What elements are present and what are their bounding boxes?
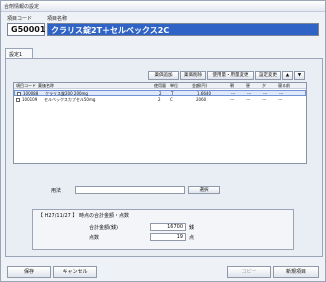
cell-noon: --- <box>247 91 252 96</box>
setting-change-button[interactable]: 設定変更 <box>255 71 281 80</box>
col-morning: 朝 <box>230 83 234 88</box>
cell-noon: --- <box>246 97 251 102</box>
points-field: 19 <box>150 233 186 241</box>
points-label: 点数 <box>89 235 100 241</box>
add-drug-button[interactable]: 薬価追加 <box>148 71 179 80</box>
save-button[interactable]: 保存 <box>7 266 51 278</box>
copy-button[interactable]: コピー <box>227 266 271 278</box>
col-name: 薬価名称 <box>38 83 54 88</box>
cell-bedtime: --- <box>278 97 283 102</box>
points-unit: 点 <box>189 235 195 241</box>
cancel-button[interactable]: キャンセル <box>53 266 97 278</box>
cell-qty: 2 <box>158 97 161 102</box>
col-code: 項目コード <box>16 83 36 88</box>
col-amount: 金額(円) <box>192 83 208 88</box>
cell-code: 100109 <box>22 97 38 102</box>
new-item-button[interactable]: 新規項目 <box>273 266 319 278</box>
code-label: 項目コード <box>7 16 33 22</box>
cell-morning: --- <box>230 97 235 102</box>
list-header: 項目コード 薬価名称 使用量 単位 金額(円) 朝 昼 夕 寝る前 <box>14 83 306 89</box>
col-unit: 単位 <box>170 83 178 88</box>
item-name-field[interactable]: クラリス錠2T＋セルベックス2C <box>47 23 319 36</box>
table-row[interactable]: 100109 セルベックスカプセル50mg 2 C 2060 --- --- -… <box>14 97 306 103</box>
total-unit: 銭 <box>189 225 195 231</box>
total-label: 合計金額(銭) <box>89 225 118 231</box>
col-evening: 夕 <box>262 83 266 88</box>
col-noon: 昼 <box>246 83 250 88</box>
usage-input[interactable] <box>75 186 185 194</box>
cell-qty: 2 <box>159 91 162 96</box>
cell-evening: --- <box>263 91 268 96</box>
drug-list: 項目コード 薬価名称 使用量 単位 金額(円) 朝 昼 夕 寝る前 100088… <box>13 82 307 164</box>
cell-bedtime: --- <box>279 91 284 96</box>
cell-amount: 1.6640 <box>197 91 211 96</box>
usage-select-button[interactable]: 選択 <box>188 186 220 194</box>
name-label: 項目名称 <box>47 16 68 22</box>
change-usage-button[interactable]: 使用量・用量変更 <box>207 71 254 80</box>
col-bedtime: 寝る前 <box>278 83 290 88</box>
cell-name: セルベックスカプセル50mg <box>44 97 96 102</box>
row-checkbox[interactable] <box>17 92 21 96</box>
cell-morning: --- <box>231 91 236 96</box>
total-field: 16700 <box>150 223 186 231</box>
item-code-field[interactable]: G50001 <box>7 23 45 36</box>
move-down-button[interactable]: ▼ <box>294 71 305 80</box>
window: 合剤情報の設定 項目コード 項目名称 G50001 クラリス錠2T＋セルベックス… <box>0 0 326 282</box>
cell-unit: T <box>171 91 174 96</box>
table-row[interactable]: 100088 クラリス錠200 200mg 2 T 1.6640 --- ---… <box>14 90 306 96</box>
delete-drug-button[interactable]: 薬価削除 <box>180 71 206 80</box>
cell-amount: 2060 <box>196 97 207 102</box>
cell-code: 100088 <box>23 91 39 96</box>
window-title: 合剤情報の設定 <box>1 1 325 12</box>
row-checkbox[interactable] <box>16 98 20 102</box>
cell-evening: --- <box>262 97 267 102</box>
summary-heading: 【 H27/11/27 】 時点の合計金額・点数 <box>38 213 129 219</box>
cell-unit: C <box>170 97 173 102</box>
col-qty: 使用量 <box>154 83 166 88</box>
move-up-button[interactable]: ▲ <box>282 71 293 80</box>
header-labels: 項目コード 項目名称 <box>7 15 317 23</box>
usage-label: 用法 <box>51 188 62 194</box>
